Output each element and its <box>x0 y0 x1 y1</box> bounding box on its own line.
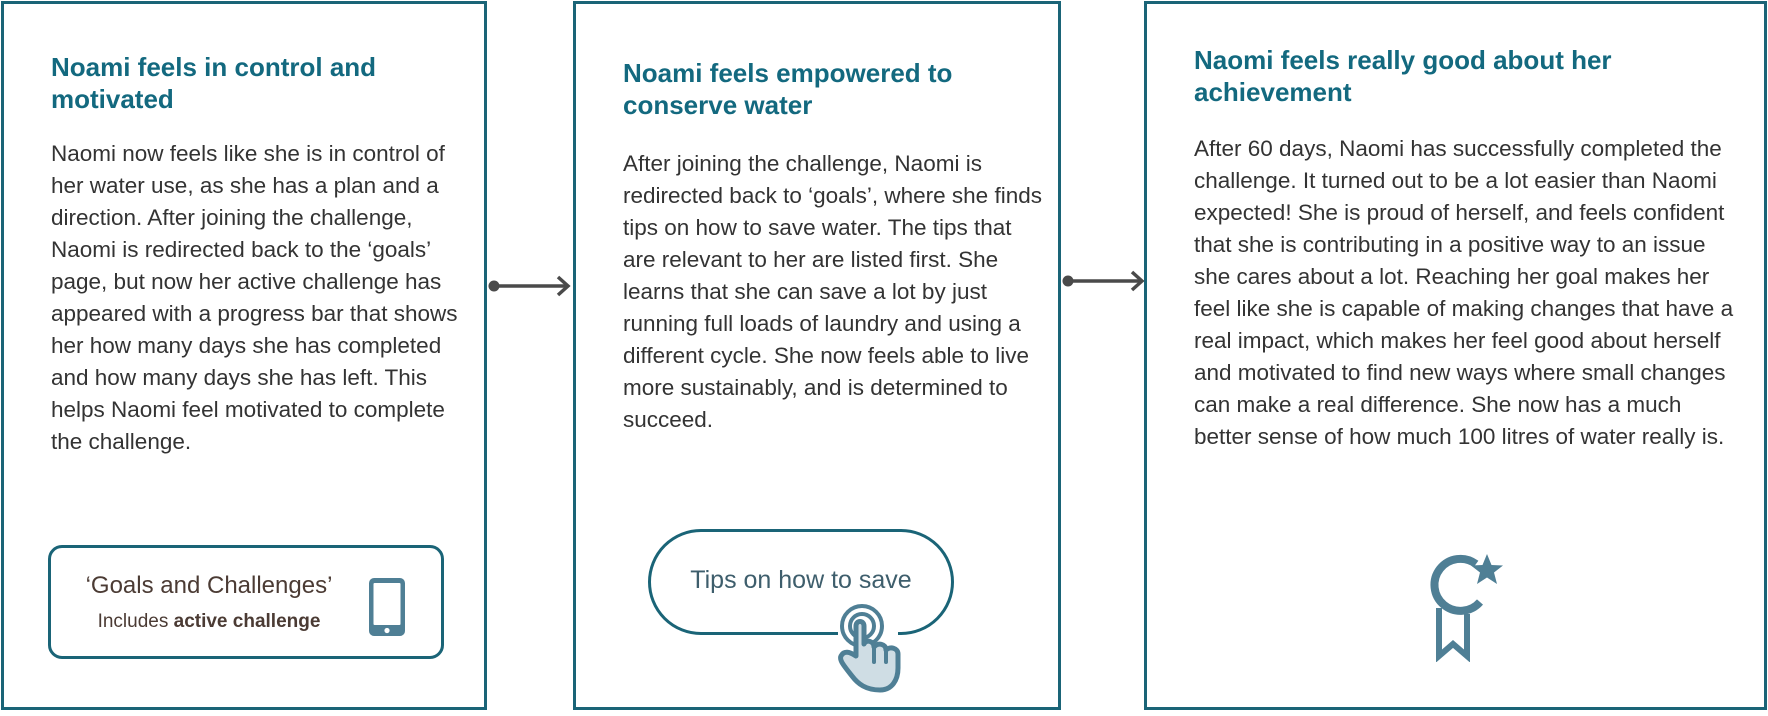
screen-card-subtitle: Includes active challenge <box>51 611 367 633</box>
panel-title: Noami feels in control and motivated <box>51 52 377 114</box>
pointing-hand-icon <box>838 604 901 693</box>
panel-in-control: Noami feels in control and motivated Nao… <box>1 1 487 710</box>
flow-arrow <box>488 275 571 297</box>
screen-card-title: ‘Goals and Challenges’ <box>85 572 333 599</box>
panel-body-text: Naomi now feels like she is in control o… <box>51 141 458 454</box>
award-ribbon-icon <box>1430 554 1503 662</box>
panel-body-text: After joining the challenge, Naomi is re… <box>623 151 1042 432</box>
panel-achievement: Naomi feels really good about her achiev… <box>1144 1 1767 710</box>
panel-title: Naomi feels really good about her achiev… <box>1194 45 1612 107</box>
tips-button-label: Tips on how to save <box>690 566 912 594</box>
panel-body-text: After 60 days, Naomi has successfully co… <box>1194 136 1734 449</box>
flow-arrow <box>1062 270 1145 292</box>
subtitle-bold: active challenge <box>173 611 321 632</box>
tips-button[interactable]: Tips on how to save <box>648 529 954 635</box>
panel-empowered: Noami feels empowered to conserve water … <box>573 1 1061 710</box>
subtitle-prefix: Includes <box>97 611 174 632</box>
phone-icon <box>369 578 405 636</box>
goals-challenges-screen-card: ‘Goals and Challenges’ Includes active c… <box>48 545 444 659</box>
panel-title: Noami feels empowered to conserve water <box>623 58 953 120</box>
